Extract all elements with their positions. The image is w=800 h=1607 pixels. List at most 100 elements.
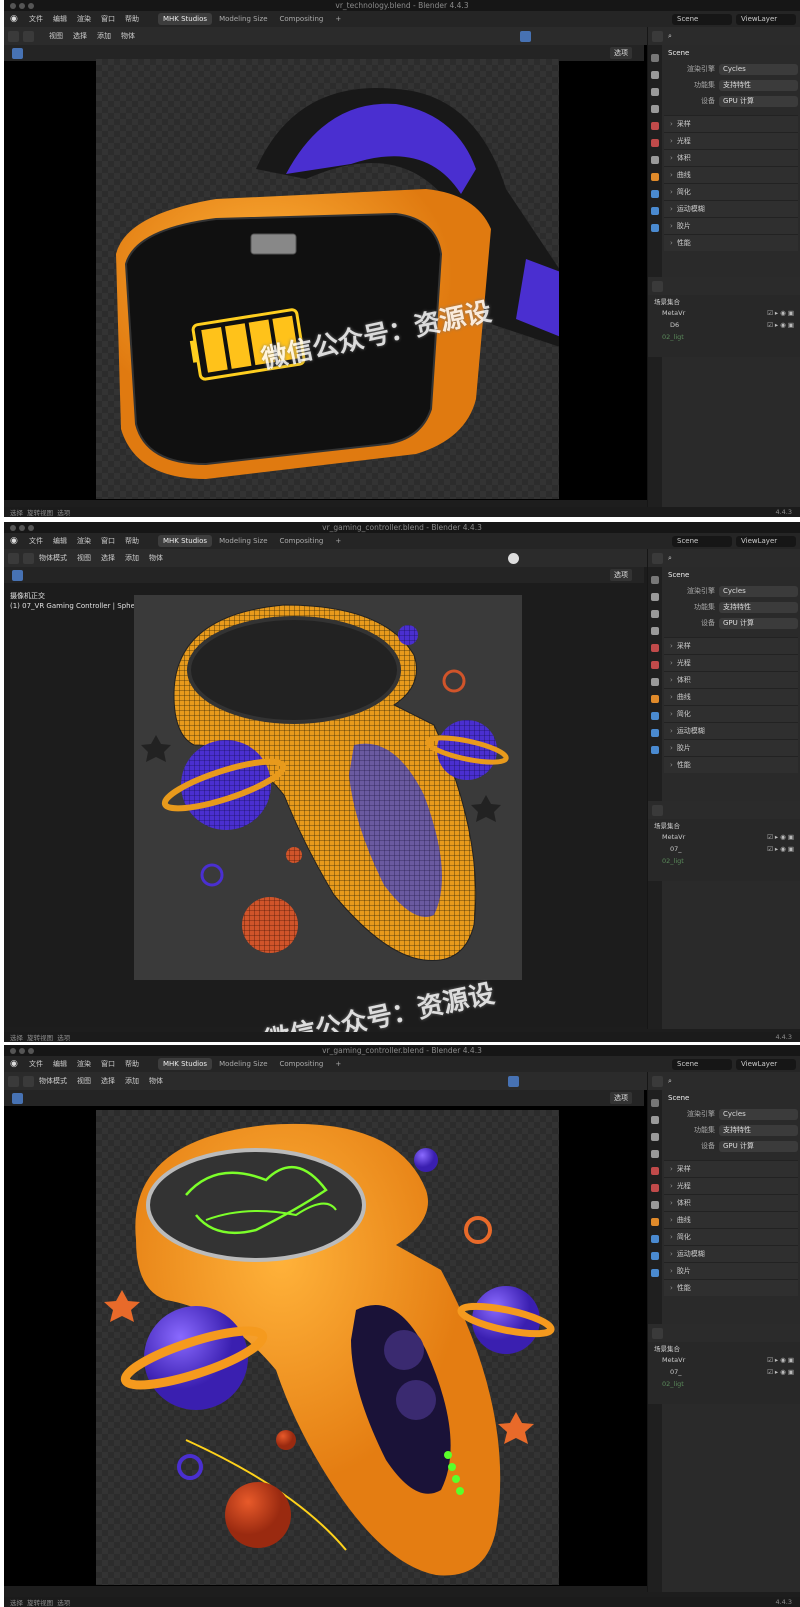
editor-type-icon[interactable] <box>652 1075 663 1087</box>
editor-type-icon[interactable] <box>652 280 663 292</box>
section-performance[interactable]: › 性能 <box>664 234 798 251</box>
menu-add[interactable]: 添加 <box>92 31 116 41</box>
section-sampling[interactable]: › 采样 <box>664 1160 798 1177</box>
viewlayer-selector[interactable]: ViewLayer <box>736 535 796 547</box>
feature-set-select[interactable]: 支持特性 <box>719 1124 798 1136</box>
section-film[interactable]: › 胶片 <box>664 217 798 234</box>
menu-object[interactable]: 物体 <box>116 31 140 41</box>
visibility-icons[interactable]: ☑▸◉▣ <box>767 845 796 853</box>
scene-selector[interactable]: Scene <box>672 1058 732 1070</box>
workspace-tab[interactable]: Compositing <box>275 535 329 547</box>
visibility-icons[interactable]: ☑▸◉▣ <box>767 1356 796 1364</box>
select-mode-icon[interactable] <box>23 552 34 564</box>
physics-tab-icon[interactable] <box>651 207 659 215</box>
object-tab-icon[interactable] <box>651 173 659 181</box>
section-film[interactable]: › 胶片 <box>664 739 798 756</box>
editor-type-icon[interactable] <box>8 552 19 564</box>
mode-label[interactable]: 物体模式 <box>34 553 72 563</box>
viewlayer-selector[interactable]: ViewLayer <box>736 1058 796 1070</box>
add-workspace-button[interactable]: + <box>330 13 346 25</box>
editor-type-icon[interactable] <box>652 1327 663 1339</box>
section-simplify[interactable]: › 简化 <box>664 183 798 200</box>
add-workspace-button[interactable]: + <box>330 1058 346 1070</box>
section-volumes[interactable]: › 体积 <box>664 149 798 166</box>
section-curves[interactable]: › 曲线 <box>664 166 798 183</box>
workspace-tab[interactable]: MHK Studios <box>158 1058 213 1070</box>
outliner-row[interactable]: 02_ligt <box>648 855 800 867</box>
constraints-tab-icon[interactable] <box>651 224 659 232</box>
outliner-row[interactable]: 07_ ☑▸◉▣ <box>648 1366 800 1378</box>
section-motion-blur[interactable]: › 运动模糊 <box>664 200 798 217</box>
section-curves[interactable]: › 曲线 <box>664 1211 798 1228</box>
feature-set-select[interactable]: 支持特性 <box>719 601 798 613</box>
blender-logo-icon[interactable]: ◉ <box>10 1059 20 1069</box>
options-button[interactable]: 选项 <box>610 47 632 59</box>
section-performance[interactable]: › 性能 <box>664 1279 798 1296</box>
section-light-paths[interactable]: › 光程 <box>664 654 798 671</box>
shading-rendered-icon[interactable] <box>520 30 531 42</box>
menu-file[interactable]: 文件 <box>24 536 48 546</box>
menu-select[interactable]: 选择 <box>96 553 120 563</box>
menu-render[interactable]: 渲染 <box>72 14 96 24</box>
menu-render[interactable]: 渲染 <box>72 536 96 546</box>
editor-type-icon[interactable] <box>652 30 663 42</box>
workspace-tab[interactable]: Compositing <box>275 13 329 25</box>
collection-tab-icon[interactable] <box>651 678 659 686</box>
outliner-row[interactable]: MetaVr ☑▸◉▣ <box>648 307 800 319</box>
modifier-tab-icon[interactable] <box>651 712 659 720</box>
menu-window[interactable]: 窗口 <box>96 14 120 24</box>
outliner-row[interactable]: 02_ligt <box>648 331 800 343</box>
output-tab-icon[interactable] <box>651 610 659 618</box>
editor-type-icon[interactable] <box>652 804 663 816</box>
workspace-tab[interactable]: Compositing <box>275 1058 329 1070</box>
collection-tab-icon[interactable] <box>651 156 659 164</box>
device-select[interactable]: GPU 计算 <box>719 1140 798 1152</box>
menu-view[interactable]: 视图 <box>72 1076 96 1086</box>
physics-tab-icon[interactable] <box>651 1252 659 1260</box>
menu-add[interactable]: 添加 <box>120 1076 144 1086</box>
world-tab-icon[interactable] <box>651 661 659 669</box>
shading-rendered-icon[interactable] <box>508 1075 519 1087</box>
scene-tab-icon[interactable] <box>651 1167 659 1175</box>
viewlayer-selector[interactable]: ViewLayer <box>736 13 796 25</box>
section-film[interactable]: › 胶片 <box>664 1262 798 1279</box>
view-layer-tab-icon[interactable] <box>651 105 659 113</box>
visibility-icons[interactable]: ☑▸◉▣ <box>767 309 796 317</box>
blender-logo-icon[interactable]: ◉ <box>10 536 20 546</box>
menu-view[interactable]: 视图 <box>72 553 96 563</box>
menu-edit[interactable]: 编辑 <box>48 14 72 24</box>
outliner-row[interactable]: 场景集合 <box>648 819 800 831</box>
output-tab-icon[interactable] <box>651 88 659 96</box>
menu-file[interactable]: 文件 <box>24 14 48 24</box>
menu-render[interactable]: 渲染 <box>72 1059 96 1069</box>
tool-tab-icon[interactable] <box>651 576 659 584</box>
menu-add[interactable]: 添加 <box>120 553 144 563</box>
section-volumes[interactable]: › 体积 <box>664 671 798 688</box>
section-volumes[interactable]: › 体积 <box>664 1194 798 1211</box>
editor-type-icon[interactable] <box>8 1075 19 1087</box>
menu-view[interactable]: 视图 <box>44 31 68 41</box>
blender-logo-icon[interactable]: ◉ <box>10 14 20 24</box>
section-light-paths[interactable]: › 光程 <box>664 132 798 149</box>
menu-window[interactable]: 窗口 <box>96 1059 120 1069</box>
section-simplify[interactable]: › 简化 <box>664 705 798 722</box>
menu-window[interactable]: 窗口 <box>96 536 120 546</box>
feature-set-select[interactable]: 支持特性 <box>719 79 798 91</box>
section-curves[interactable]: › 曲线 <box>664 688 798 705</box>
section-simplify[interactable]: › 简化 <box>664 1228 798 1245</box>
section-performance[interactable]: › 性能 <box>664 756 798 773</box>
mode-label[interactable]: 物体模式 <box>34 1076 72 1086</box>
render-tab-icon[interactable] <box>651 1116 659 1124</box>
shading-solid-icon[interactable] <box>508 552 519 564</box>
view-layer-tab-icon[interactable] <box>651 627 659 635</box>
view-layer-tab-icon[interactable] <box>651 1150 659 1158</box>
tool-tab-icon[interactable] <box>651 54 659 62</box>
visibility-icons[interactable]: ☑▸◉▣ <box>767 1368 796 1376</box>
scene-selector[interactable]: Scene <box>672 13 732 25</box>
visibility-icons[interactable]: ☑▸◉▣ <box>767 321 796 329</box>
constraints-tab-icon[interactable] <box>651 1269 659 1277</box>
object-tab-icon[interactable] <box>651 695 659 703</box>
menu-select[interactable]: 选择 <box>96 1076 120 1086</box>
menu-edit[interactable]: 编辑 <box>48 536 72 546</box>
section-motion-blur[interactable]: › 运动模糊 <box>664 722 798 739</box>
